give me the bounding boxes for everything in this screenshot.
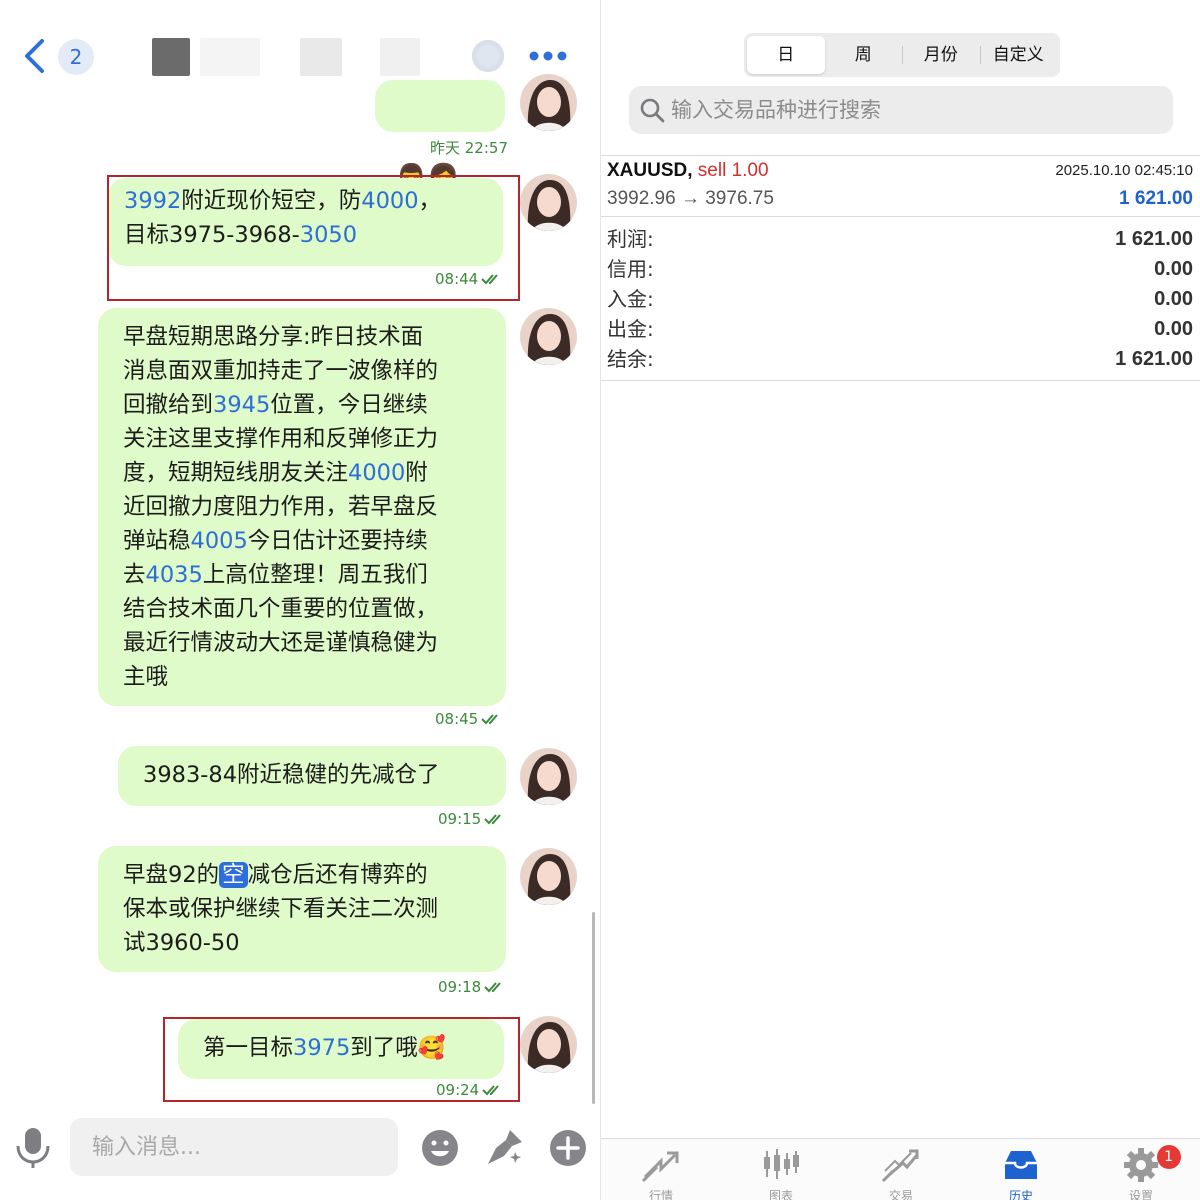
message-text-fragment: 3983-84附近稳健的先减仓了 [143,762,440,788]
price-number: 3945 [213,392,271,418]
price-number: 4005 [190,528,248,554]
summary-label: 结余: [607,347,654,371]
summary-row-withdrawal: 出金: 0.00 [601,314,1200,344]
summary-value: 0.00 [1154,318,1193,340]
read-double-check-icon [481,714,498,725]
message-time: 09:18 [438,978,506,996]
sender-avatar[interactable] [520,174,577,231]
period-tab-day[interactable]: 日 [747,36,825,74]
add-attachment-icon[interactable] [548,1128,588,1168]
message-text: 早盘92的空减仓后还有博弈的 保本或保护继续下看关注二次测 试3960-50 [123,862,438,956]
summary-value: 0.00 [1154,288,1193,310]
summary-label: 出金: [607,317,654,341]
deal-profit: 1 621.00 [1119,188,1193,209]
message-time: 09:15 [438,810,506,828]
message-bubble[interactable]: 👨‍👩👨‍👩 [375,80,505,229]
message-bubble[interactable]: 3983-84附近稳健的先减仓了 [118,746,506,806]
emoji-picker-icon[interactable] [420,1128,460,1168]
message-text: 早盘短期思路分享:昨日技术面 消息面双重加持走了一波像样的 回撤给到3945位置… [123,324,438,690]
blurred-contact-name [152,38,190,76]
tab-label: 历史 [1008,1189,1033,1200]
summary-label: 利润: [607,227,654,251]
tab-charts[interactable]: 图表 [721,1139,841,1200]
highlight-frame [107,175,520,301]
message-bubble[interactable]: 早盘92的空减仓后还有博弈的 保本或保护继续下看关注二次测 试3960-50 [98,846,506,972]
summary-row-balance: 结余: 1 621.00 [601,344,1200,374]
summary-row-deposit: 入金: 0.00 [601,284,1200,314]
summary-label: 信用: [607,257,654,281]
summary-label: 入金: [607,287,654,311]
message-bubble[interactable]: 早盘短期思路分享:昨日技术面 消息面双重加持走了一波像样的 回撤给到3945位置… [98,308,506,706]
account-summary: 利润: 1 621.00 信用: 0.00 入金: 0.00 出金: 0.00 结余: 1… [601,224,1200,381]
deal-prices: 3992.96 → 3976.75 [607,188,774,209]
summary-row-profit: 利润: 1 621.00 [601,224,1200,254]
trade-icon [881,1149,919,1183]
sender-avatar[interactable] [520,748,577,805]
microphone-icon[interactable] [14,1126,52,1170]
deal-time: 2025.10.10 02:45:10 [1055,162,1193,179]
tab-label: 行情 [648,1189,673,1200]
price-number: 4000 [348,460,406,486]
tab-quotes[interactable]: 行情 [601,1139,721,1200]
symbol-search-input[interactable] [671,86,1161,134]
sender-avatar[interactable] [520,74,577,131]
symbol-search-box[interactable] [629,86,1173,134]
message-text-fragment: 早盘92的 [123,862,220,888]
bottom-tab-bar: 行情 图表 交易 历史 1 设置 [601,1138,1200,1200]
unread-count-badge[interactable]: 2 [58,39,94,75]
tab-label: 交易 [888,1189,913,1200]
search-icon [640,98,665,123]
notification-badge: 1 [1156,1145,1181,1169]
sender-avatar[interactable] [520,848,577,905]
summary-value: 0.00 [1154,258,1193,280]
tab-history[interactable]: 历史 [961,1139,1081,1200]
tab-settings[interactable]: 1 设置 [1081,1139,1200,1200]
period-tab-week[interactable]: 周 [825,36,903,74]
period-segmented-control: 日 周 月份 自定义 [744,33,1060,77]
quotes-icon [641,1151,679,1183]
summary-value: 1 621.00 [1115,348,1193,370]
tab-label: 设置 [1128,1189,1153,1200]
short-badge-icon: 空 [219,862,248,888]
deal-row[interactable]: XAUUSD, sell 1.00 2025.10.10 02:45:10 39… [601,155,1200,217]
message-time: 昨天 22:57 [430,139,508,157]
blurred-contact-name [200,38,260,76]
price-number: 4035 [145,562,203,588]
tab-trade[interactable]: 交易 [841,1139,961,1200]
chat-header: 2 [0,0,600,90]
tab-label: 图表 [768,1189,793,1200]
chart-icon [764,1149,799,1179]
deal-symbol: XAUUSD, sell 1.00 [607,160,769,181]
read-double-check-icon [484,814,501,825]
history-icon [1005,1151,1037,1179]
settings-icon [1124,1148,1158,1182]
back-chevron-icon[interactable] [20,38,50,74]
chat-panel: 2 👨‍👩👨‍👩 昨天 22:57 3992附近现价短空，防4000， 目标39… [0,0,600,1200]
summary-row-credit: 信用: 0.00 [601,254,1200,284]
sender-avatar[interactable] [520,308,577,365]
summary-value: 1 621.00 [1115,228,1193,250]
highlight-frame [163,1017,520,1102]
chat-scrollbar[interactable] [592,912,595,1104]
blurred-contact-name [380,38,420,76]
contact-avatar-small[interactable] [472,40,504,72]
period-tab-month[interactable]: 月份 [902,36,980,74]
blurred-contact-name [300,38,342,76]
message-input[interactable] [70,1118,398,1176]
more-dots-icon[interactable] [528,44,568,68]
trade-history-panel: 日 周 月份 自定义 XAUUSD, sell 1.00 2025.10.10 … [600,0,1200,1200]
period-tab-custom[interactable]: 自定义 [979,36,1058,74]
read-double-check-icon [484,982,501,993]
deal-direction: sell 1.00 [697,160,769,181]
broom-icon[interactable] [484,1126,526,1168]
message-time: 08:45 [435,710,503,728]
sender-avatar[interactable] [520,1016,577,1073]
message-text: 3983-84附近稳健的先减仓了 [143,762,440,788]
